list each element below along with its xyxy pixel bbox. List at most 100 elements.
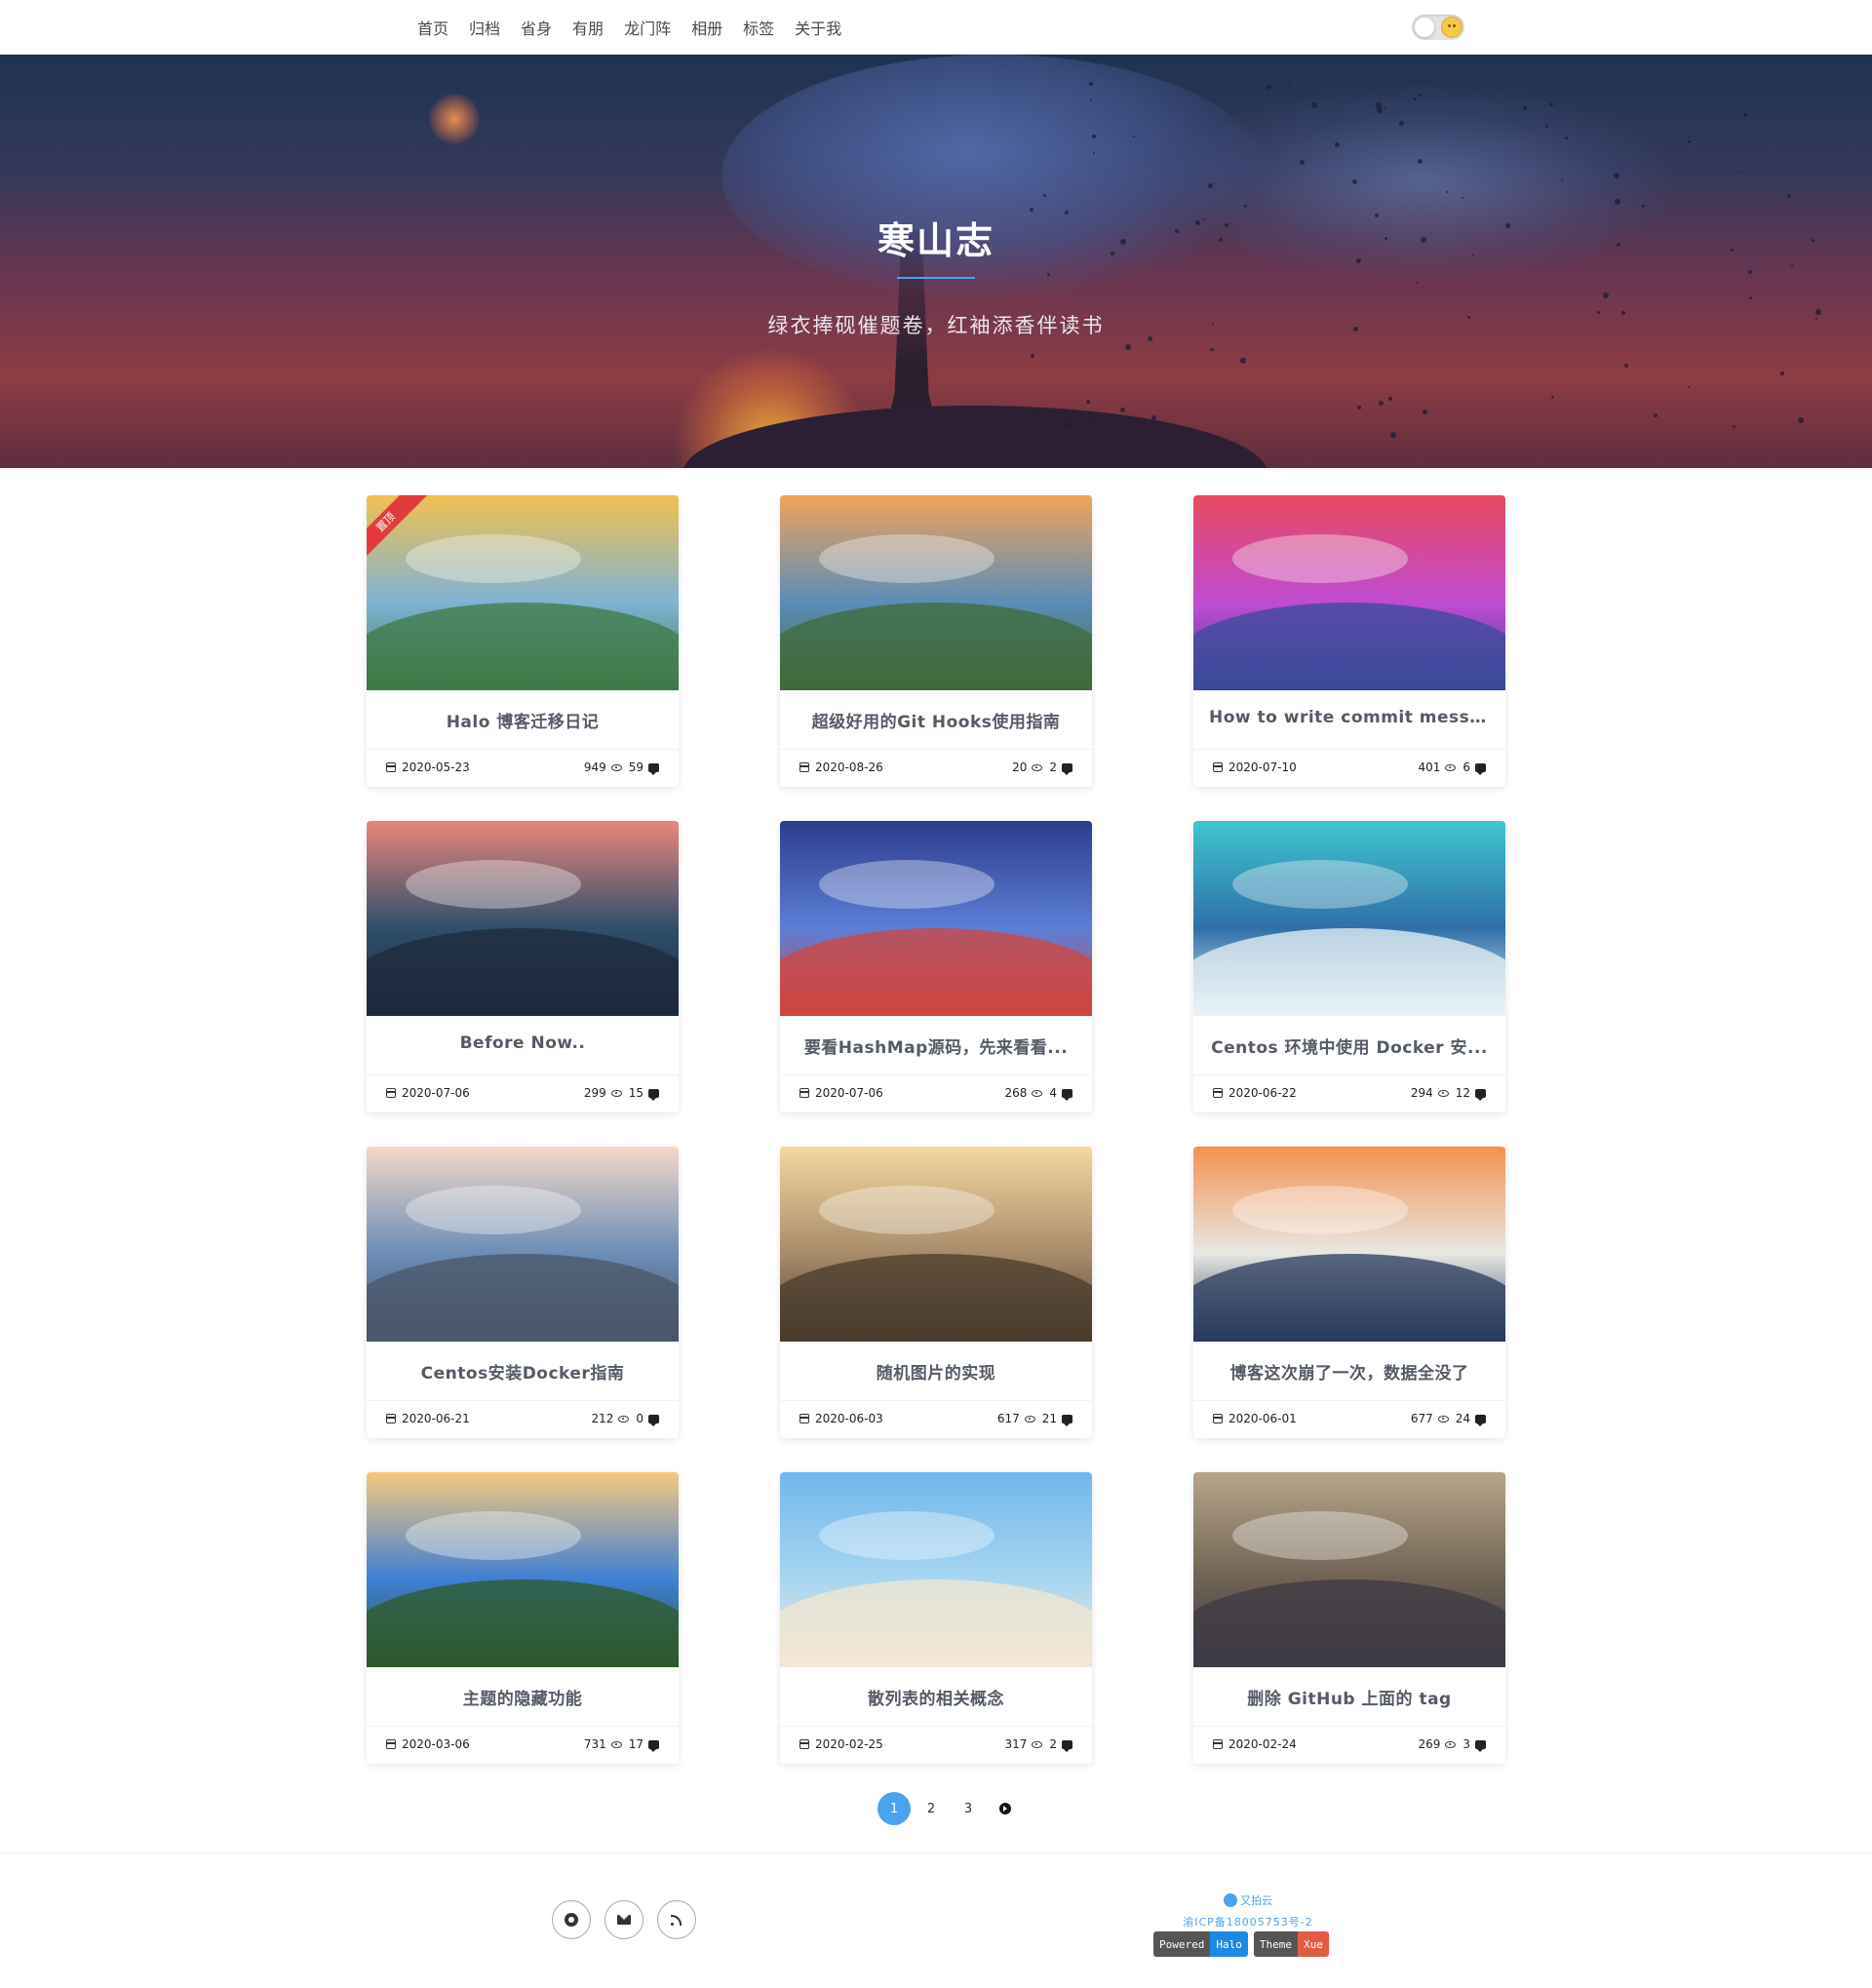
post-title[interactable]: Centos安装Docker指南 bbox=[367, 1359, 679, 1384]
calendar-icon bbox=[386, 762, 396, 772]
page-2-button[interactable]: 2 bbox=[915, 1792, 948, 1825]
theme-xue-badge[interactable]: Theme Xue bbox=[1253, 1931, 1329, 1957]
post-cover-image[interactable] bbox=[780, 495, 1092, 690]
nav-item-shengshen[interactable]: 省身 bbox=[521, 16, 552, 39]
cover-clouds bbox=[819, 860, 994, 909]
post-date-text: 2020-08-26 bbox=[815, 760, 883, 774]
post-card[interactable]: 超级好用的Git Hooks使用指南 2020-08-26 20 2 bbox=[780, 495, 1092, 787]
post-card[interactable]: 要看HashMap源码，先来看看... 2020-07-06 268 4 bbox=[780, 821, 1092, 1112]
powered-by-halo-badge[interactable]: Powered Halo bbox=[1153, 1931, 1248, 1957]
calendar-icon bbox=[386, 1088, 396, 1098]
post-card[interactable]: Before Now.. 2020-07-06 299 15 bbox=[367, 821, 679, 1112]
post-date: 2020-07-10 bbox=[1213, 760, 1297, 774]
post-title[interactable]: Halo 博客迁移日记 bbox=[367, 708, 679, 732]
view-count: 20 bbox=[1012, 760, 1028, 774]
post-title[interactable]: 主题的隐藏功能 bbox=[367, 1685, 679, 1709]
post-date-text: 2020-02-24 bbox=[1228, 1737, 1297, 1751]
github-link[interactable] bbox=[552, 1900, 591, 1939]
page-1-button[interactable]: 1 bbox=[878, 1792, 911, 1825]
petal-dot bbox=[1213, 349, 1216, 352]
post-cover-image[interactable] bbox=[367, 1147, 679, 1342]
email-link[interactable] bbox=[604, 1900, 644, 1939]
view-count: 268 bbox=[1004, 1086, 1028, 1100]
post-cover-image[interactable] bbox=[1193, 495, 1505, 690]
petal-dot bbox=[1288, 84, 1291, 87]
post-card[interactable]: 删除 GitHub 上面的 tag 2020-02-24 269 3 bbox=[1193, 1472, 1505, 1764]
post-meta: 2020-07-06 268 4 bbox=[780, 1074, 1092, 1112]
post-card[interactable]: 散列表的相关概念 2020-02-25 317 2 bbox=[780, 1472, 1092, 1764]
comment-icon bbox=[1475, 1739, 1486, 1752]
upyun-link[interactable]: 又拍云 bbox=[1224, 1892, 1272, 1908]
post-cover-image[interactable] bbox=[367, 821, 679, 1016]
petal-dot bbox=[1042, 193, 1046, 197]
nav-item-album[interactable]: 相册 bbox=[691, 16, 722, 39]
post-cover-image[interactable] bbox=[780, 1472, 1092, 1667]
post-stats: 212 0 bbox=[591, 1412, 659, 1426]
theme-toggle-switch[interactable] bbox=[1412, 15, 1464, 40]
post-title[interactable]: Centos 环境中使用 Docker 安... bbox=[1193, 1033, 1505, 1058]
post-title[interactable]: 散列表的相关概念 bbox=[780, 1685, 1092, 1709]
view-count: 949 bbox=[583, 760, 606, 774]
petal-dot bbox=[1416, 282, 1419, 285]
calendar-icon bbox=[1213, 762, 1223, 772]
eye-icon bbox=[1445, 763, 1457, 771]
eye-icon bbox=[618, 1415, 630, 1423]
cover-landscape bbox=[780, 1254, 1092, 1342]
post-title[interactable]: 超级好用的Git Hooks使用指南 bbox=[780, 708, 1092, 732]
view-count: 401 bbox=[1418, 760, 1441, 774]
nav-item-about[interactable]: 关于我 bbox=[795, 16, 841, 39]
post-meta: 2020-07-10 401 6 bbox=[1193, 749, 1505, 787]
post-date-text: 2020-03-06 bbox=[402, 1737, 470, 1751]
rss-link[interactable] bbox=[657, 1900, 696, 1939]
post-title[interactable]: Before Now.. bbox=[367, 1033, 679, 1053]
nav-item-friends[interactable]: 有朋 bbox=[572, 16, 604, 39]
post-title[interactable]: 博客这次崩了一次，数据全没了 bbox=[1193, 1359, 1505, 1384]
eye-icon bbox=[610, 763, 622, 771]
page-3-button[interactable]: 3 bbox=[952, 1792, 985, 1825]
nav-item-archive[interactable]: 归档 bbox=[469, 16, 500, 39]
icp-record-link[interactable]: 渝ICP备18005753号-2 bbox=[1170, 1914, 1326, 1930]
petal-dot bbox=[1299, 160, 1305, 166]
petal-dot bbox=[1086, 399, 1091, 404]
post-card[interactable]: 主题的隐藏功能 2020-03-06 731 17 bbox=[367, 1472, 679, 1764]
post-card[interactable]: 博客这次崩了一次，数据全没了 2020-06-01 677 24 bbox=[1193, 1147, 1505, 1438]
nav-item-longmenzhen[interactable]: 龙门阵 bbox=[624, 16, 671, 39]
post-cover-image[interactable] bbox=[780, 821, 1092, 1016]
cover-clouds bbox=[406, 534, 581, 583]
nav-item-home[interactable]: 首页 bbox=[417, 16, 448, 39]
main-nav: 首页 归档 省身 有朋 龙门阵 相册 标签 关于我 bbox=[417, 0, 841, 55]
comment-icon bbox=[1475, 762, 1486, 775]
calendar-icon bbox=[800, 1414, 809, 1423]
site-footer: 又拍云 渝ICP备18005753号-2 Powered Halo Theme … bbox=[0, 1852, 1872, 1988]
cover-clouds bbox=[1232, 1511, 1408, 1560]
post-card[interactable]: How to write commit message... 2020-07-10… bbox=[1193, 495, 1505, 787]
post-cover-image[interactable] bbox=[1193, 1472, 1505, 1667]
post-cover-image[interactable] bbox=[780, 1147, 1092, 1342]
post-cover-image[interactable] bbox=[367, 495, 679, 690]
post-cover-image[interactable] bbox=[1193, 1147, 1505, 1342]
post-cover-image[interactable] bbox=[367, 1472, 679, 1667]
post-cover-image[interactable] bbox=[1193, 821, 1505, 1016]
post-title[interactable]: 要看HashMap源码，先来看看... bbox=[780, 1033, 1092, 1058]
nav-item-tags[interactable]: 标签 bbox=[743, 16, 774, 39]
post-title[interactable]: How to write commit message... bbox=[1193, 708, 1505, 727]
post-date: 2020-02-25 bbox=[800, 1737, 883, 1751]
post-title[interactable]: 删除 GitHub 上面的 tag bbox=[1193, 1685, 1505, 1709]
petal-dot bbox=[1739, 172, 1742, 175]
post-card[interactable]: 随机图片的实现 2020-06-03 617 21 bbox=[780, 1147, 1092, 1438]
petal-dot bbox=[1133, 135, 1136, 137]
calendar-icon bbox=[1213, 1088, 1223, 1098]
post-stats: 268 4 bbox=[1004, 1086, 1072, 1101]
comment-icon bbox=[648, 1739, 659, 1752]
view-count: 731 bbox=[583, 1737, 606, 1751]
next-page-button[interactable] bbox=[989, 1792, 1022, 1825]
post-card[interactable]: 置顶 Halo 博客迁移日记 2020-05-23 949 59 bbox=[367, 495, 679, 787]
comment-count: 24 bbox=[1455, 1412, 1470, 1425]
petal-dot bbox=[1239, 358, 1246, 365]
post-card[interactable]: Centos 环境中使用 Docker 安... 2020-06-22 294 12 bbox=[1193, 821, 1505, 1112]
post-title[interactable]: 随机图片的实现 bbox=[780, 1359, 1092, 1384]
view-count: 317 bbox=[1004, 1737, 1028, 1751]
petal-dot bbox=[1376, 106, 1383, 113]
post-meta: 2020-03-06 731 17 bbox=[367, 1726, 679, 1764]
post-card[interactable]: Centos安装Docker指南 2020-06-21 212 0 bbox=[367, 1147, 679, 1438]
